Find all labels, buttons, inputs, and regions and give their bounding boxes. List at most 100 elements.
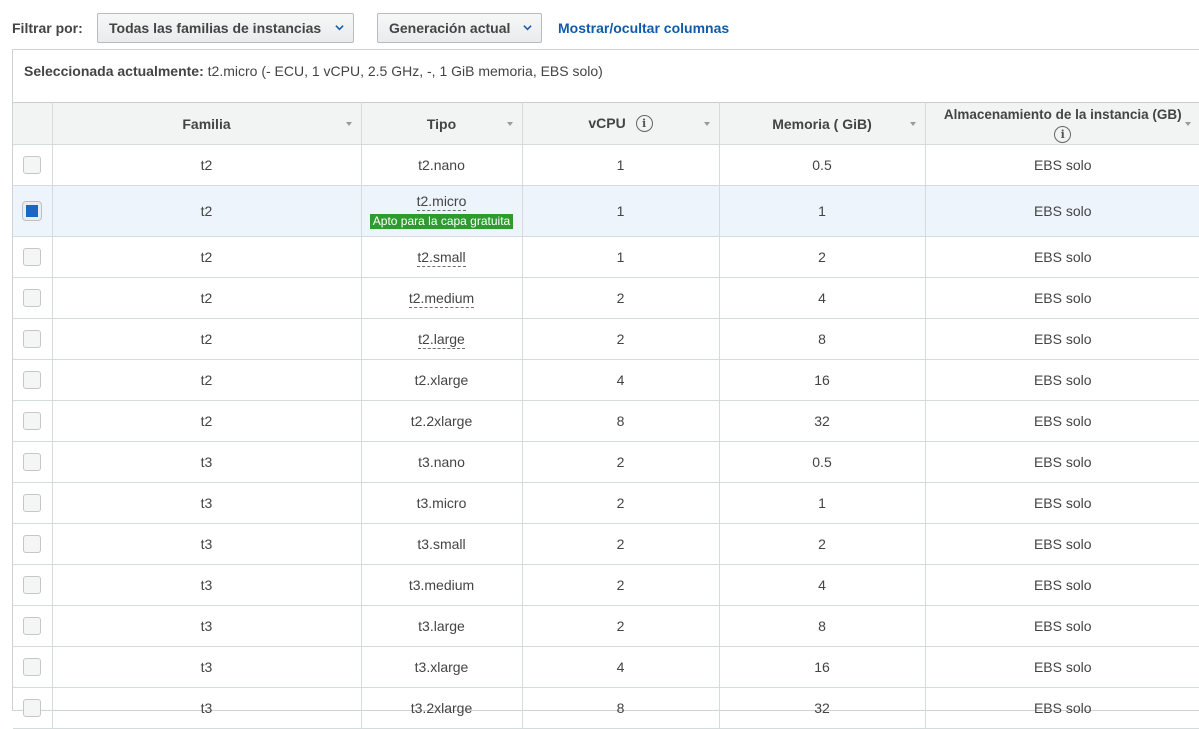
table-row[interactable]: t3 t3.nano 2 0.5 EBS solo [13, 442, 1199, 483]
table-row[interactable]: t2 t2.xlarge 4 16 EBS solo [13, 360, 1199, 401]
row-checkbox[interactable] [23, 412, 41, 430]
memory-cell: 2 [719, 524, 925, 565]
table-row[interactable]: t3 t3.medium 2 4 EBS solo [13, 565, 1199, 606]
row-select-cell[interactable] [13, 647, 52, 688]
header-memory-label: Memoria ( GiB) [772, 116, 872, 132]
row-checkbox[interactable] [23, 699, 41, 717]
row-select-cell[interactable] [13, 524, 52, 565]
family-cell: t2 [52, 319, 361, 360]
table-row[interactable]: t2 t2.medium 2 4 EBS solo [13, 278, 1199, 319]
header-storage-label: Almacenamiento de la instancia (GB) [926, 106, 1199, 124]
row-checkbox[interactable] [23, 371, 41, 389]
memory-cell: 16 [719, 360, 925, 401]
sort-icon[interactable] [909, 121, 917, 127]
storage-cell: EBS solo [925, 442, 1199, 483]
info-icon[interactable]: i [636, 115, 653, 132]
row-select-cell[interactable] [13, 145, 52, 186]
type-cell: t2.2xlarge [361, 401, 522, 442]
type-label[interactable]: t2.small [417, 249, 465, 267]
row-checkbox-checked[interactable] [23, 202, 41, 220]
storage-cell: EBS solo [925, 606, 1199, 647]
table-row[interactable]: t3 t3.2xlarge 8 32 EBS solo [13, 688, 1199, 729]
header-vcpu[interactable]: vCPU i [522, 103, 719, 145]
row-checkbox[interactable] [23, 535, 41, 553]
row-select-cell[interactable] [13, 606, 52, 647]
row-checkbox[interactable] [23, 330, 41, 348]
filter-label: Filtrar por: [12, 20, 83, 36]
type-label[interactable]: t2.medium [409, 290, 474, 308]
table-row[interactable]: t2 t2.nano 1 0.5 EBS solo [13, 145, 1199, 186]
vcpu-cell: 4 [522, 647, 719, 688]
vcpu-cell: 8 [522, 401, 719, 442]
vcpu-cell: 2 [522, 319, 719, 360]
generation-select[interactable]: Generación actual [377, 13, 542, 43]
row-checkbox[interactable] [23, 248, 41, 266]
row-select-cell[interactable] [13, 565, 52, 606]
header-storage[interactable]: Almacenamiento de la instancia (GB) i [925, 103, 1199, 145]
header-family[interactable]: Familia [52, 103, 361, 145]
toggle-columns-link[interactable]: Mostrar/ocultar columnas [558, 20, 729, 36]
memory-cell: 4 [719, 565, 925, 606]
row-select-cell[interactable] [13, 442, 52, 483]
row-checkbox[interactable] [23, 494, 41, 512]
memory-cell: 16 [719, 647, 925, 688]
table-row-selected[interactable]: t2 t2.micro Apto para la capa gratuita 1… [13, 186, 1199, 237]
family-cell: t3 [52, 688, 361, 729]
instance-family-select[interactable]: Todas las familias de instancias [97, 13, 354, 43]
row-checkbox[interactable] [23, 289, 41, 307]
table-row[interactable]: t2 t2.small 1 2 EBS solo [13, 237, 1199, 278]
table-row[interactable]: t3 t3.xlarge 4 16 EBS solo [13, 647, 1199, 688]
table-row[interactable]: t3 t3.micro 2 1 EBS solo [13, 483, 1199, 524]
family-cell: t2 [52, 278, 361, 319]
row-checkbox[interactable] [23, 617, 41, 635]
row-select-cell[interactable] [13, 360, 52, 401]
row-checkbox[interactable] [23, 453, 41, 471]
vcpu-cell: 2 [522, 442, 719, 483]
sort-icon[interactable] [345, 121, 353, 127]
type-label: t3.large [418, 618, 465, 634]
row-checkbox[interactable] [23, 658, 41, 676]
row-checkbox[interactable] [23, 576, 41, 594]
chevron-down-icon [523, 23, 532, 32]
storage-cell: EBS solo [925, 186, 1199, 237]
row-select-cell[interactable] [13, 237, 52, 278]
storage-cell: EBS solo [925, 524, 1199, 565]
storage-cell: EBS solo [925, 145, 1199, 186]
type-label: t3.micro [417, 495, 467, 511]
vcpu-cell: 2 [522, 483, 719, 524]
memory-cell: 32 [719, 688, 925, 729]
header-memory[interactable]: Memoria ( GiB) [719, 103, 925, 145]
vcpu-cell: 2 [522, 524, 719, 565]
type-label: t3.medium [409, 577, 474, 593]
table-row[interactable]: t3 t3.small 2 2 EBS solo [13, 524, 1199, 565]
row-select-cell[interactable] [13, 688, 52, 729]
vcpu-cell: 4 [522, 360, 719, 401]
row-select-cell[interactable] [13, 401, 52, 442]
row-select-cell[interactable] [13, 186, 52, 237]
memory-cell: 0.5 [719, 442, 925, 483]
sort-icon[interactable] [506, 121, 514, 127]
table-row[interactable]: t2 t2.large 2 8 EBS solo [13, 319, 1199, 360]
table-row[interactable]: t3 t3.large 2 8 EBS solo [13, 606, 1199, 647]
row-select-cell[interactable] [13, 319, 52, 360]
sort-icon[interactable] [1184, 121, 1192, 127]
type-label[interactable]: t2.large [418, 331, 465, 349]
row-checkbox[interactable] [23, 156, 41, 174]
type-cell-content: t2.micro Apto para la capa gratuita [362, 193, 522, 229]
type-cell: t2.xlarge [361, 360, 522, 401]
vcpu-cell: 1 [522, 237, 719, 278]
type-label: t3.2xlarge [411, 700, 472, 716]
type-cell: t2.small [361, 237, 522, 278]
family-cell: t3 [52, 565, 361, 606]
type-label[interactable]: t2.micro [417, 193, 467, 211]
current-selection: Seleccionada actualmente: t2.micro (- EC… [24, 63, 603, 79]
sort-icon[interactable] [703, 121, 711, 127]
row-select-cell[interactable] [13, 278, 52, 319]
memory-cell: 2 [719, 237, 925, 278]
header-type[interactable]: Tipo [361, 103, 522, 145]
memory-cell: 0.5 [719, 145, 925, 186]
row-select-cell[interactable] [13, 483, 52, 524]
info-icon[interactable]: i [1054, 126, 1071, 143]
vcpu-cell: 8 [522, 688, 719, 729]
table-row[interactable]: t2 t2.2xlarge 8 32 EBS solo [13, 401, 1199, 442]
